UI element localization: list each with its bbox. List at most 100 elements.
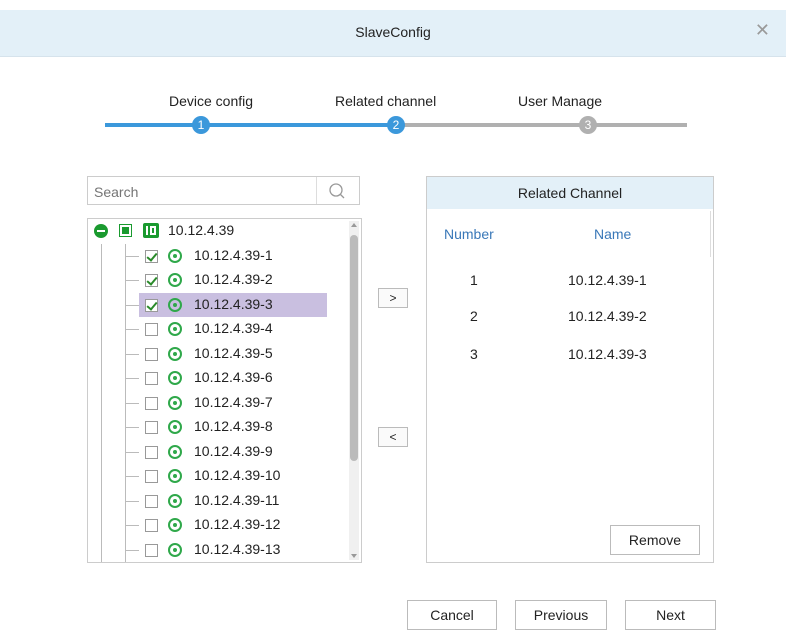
camera-channel-icon [168,518,182,532]
slave-config-dialog: SlaveConfig ✕ Device config 1 Related ch… [0,0,786,643]
tree-root-row[interactable]: 10.12.4.39 [88,219,346,243]
cancel-button[interactable]: Cancel [407,600,497,630]
dialog-title: SlaveConfig [355,24,431,40]
related-channel-title: Related Channel [427,177,713,209]
column-name: Name [594,226,632,242]
step-label-related-channel: Related channel [335,93,437,109]
channel-checkbox[interactable] [145,347,158,361]
camera-channel-icon [168,371,182,385]
search-button[interactable] [316,177,359,204]
tree-scrollbar[interactable] [349,221,359,560]
channel-checkbox[interactable] [145,249,158,263]
camera-channel-icon [168,248,182,263]
channel-label: 10.12.4.39-11 [194,491,280,508]
camera-channel-icon [168,493,182,508]
camera-channel-icon [168,273,182,287]
channel-label: 10.12.4.39-2 [194,271,273,287]
channel-label: 10.12.4.39-3 [194,295,273,312]
add-channel-button[interactable]: > [378,288,408,308]
channel-checkbox[interactable] [145,298,158,312]
channel-label: 10.12.4.39-5 [194,344,273,361]
tree-root-label: 10.12.4.39 [168,222,235,238]
camera-channel-icon [168,420,182,434]
channel-checkbox[interactable] [145,372,158,385]
tree-line [101,244,102,562]
tree-channel-row[interactable]: 10.12.4.39-11 [139,489,327,513]
channel-checkbox[interactable] [145,421,158,434]
row-number: 1 [470,272,478,288]
column-divider [710,211,711,257]
tree-channel-row[interactable]: 10.12.4.39-8 [139,415,327,439]
tree-channel-row[interactable]: 10.12.4.39-2 [139,268,327,292]
tree-line [125,244,126,562]
tree-channel-row[interactable]: 10.12.4.39-4 [139,317,327,341]
channel-label: 10.12.4.39-9 [194,442,273,459]
tree-channel-row[interactable]: 10.12.4.39-13 [139,538,327,562]
tree-channel-row[interactable]: 10.12.4.39-3 [139,292,327,317]
channel-checkbox[interactable] [145,543,158,557]
tree-connector [125,304,139,306]
step-label-user-manage: User Manage [518,93,603,109]
camera-channel-icon [168,346,182,361]
previous-button[interactable]: Previous [515,600,607,630]
channel-label: 10.12.4.39-6 [194,369,273,385]
channel-checkbox[interactable] [145,274,158,287]
tree-channel-row[interactable]: 10.12.4.39-9 [139,440,327,464]
search-icon [329,183,345,199]
channel-label: 10.12.4.39-4 [194,320,273,336]
tree-channel-row[interactable]: 10.12.4.39-6 [139,366,327,390]
device-icon [143,223,159,238]
tree-channel-row[interactable]: 10.12.4.39-1 [139,244,327,268]
channel-checkbox[interactable] [145,519,158,532]
tree-connector [125,476,139,477]
tree-connector [125,549,139,551]
close-icon[interactable]: ✕ [755,20,770,41]
row-name: 10.12.4.39-2 [568,308,647,324]
step-pending-line [400,123,687,127]
row-name: 10.12.4.39-3 [568,346,647,362]
remove-button[interactable]: Remove [610,525,700,555]
tree-channel-row[interactable]: 10.12.4.39-12 [139,513,327,537]
scroll-up-icon[interactable] [351,223,357,227]
camera-channel-icon [168,395,182,410]
tree-scroll-thumb[interactable] [350,235,358,461]
dialog-titlebar: SlaveConfig ✕ [0,10,786,57]
tree-connector [125,500,139,502]
next-button[interactable]: Next [625,600,716,630]
tree-channel-row[interactable]: 10.12.4.39-10 [139,464,327,488]
tree-connector [125,329,139,330]
step-1-circle: 1 [192,116,210,134]
channel-checkbox[interactable] [145,396,158,410]
tree-connector [125,255,139,257]
search-input[interactable] [92,181,316,203]
collapse-icon[interactable] [94,224,108,238]
channel-label: 10.12.4.39-8 [194,418,273,434]
channel-checkbox[interactable] [145,323,158,336]
camera-channel-icon [168,542,182,557]
channel-label: 10.12.4.39-13 [194,540,281,557]
root-checkbox[interactable] [119,224,132,237]
step-label-device-config: Device config [169,93,254,109]
tree-connector [125,451,139,453]
camera-channel-icon [168,444,182,459]
channel-checkbox[interactable] [145,470,158,483]
scroll-down-icon[interactable] [351,554,357,558]
channel-label: 10.12.4.39-1 [194,246,273,263]
tree-connector [125,280,139,281]
channel-label: 10.12.4.39-7 [194,393,273,410]
device-tree: 10.12.4.39 10.12.4.39-1 10.12.4.39-2 10.12… [87,218,362,563]
channel-label: 10.12.4.39-12 [194,516,281,532]
row-number: 2 [470,308,478,324]
related-channel-panel: Related Channel Number Name 1 10.12.4.39… [426,176,714,563]
column-number: Number [444,226,494,242]
tree-channel-row[interactable]: 10.12.4.39-7 [139,391,327,415]
tree-channel-row[interactable]: 10.12.4.39-5 [139,342,327,366]
tree-connector [125,402,139,404]
camera-channel-icon [168,469,182,483]
step-2-circle: 2 [387,116,405,134]
search-box [87,176,360,205]
step-3-circle: 3 [579,116,597,134]
channel-checkbox[interactable] [145,445,158,459]
remove-channel-arrow-button[interactable]: < [378,427,408,447]
channel-checkbox[interactable] [145,494,158,508]
